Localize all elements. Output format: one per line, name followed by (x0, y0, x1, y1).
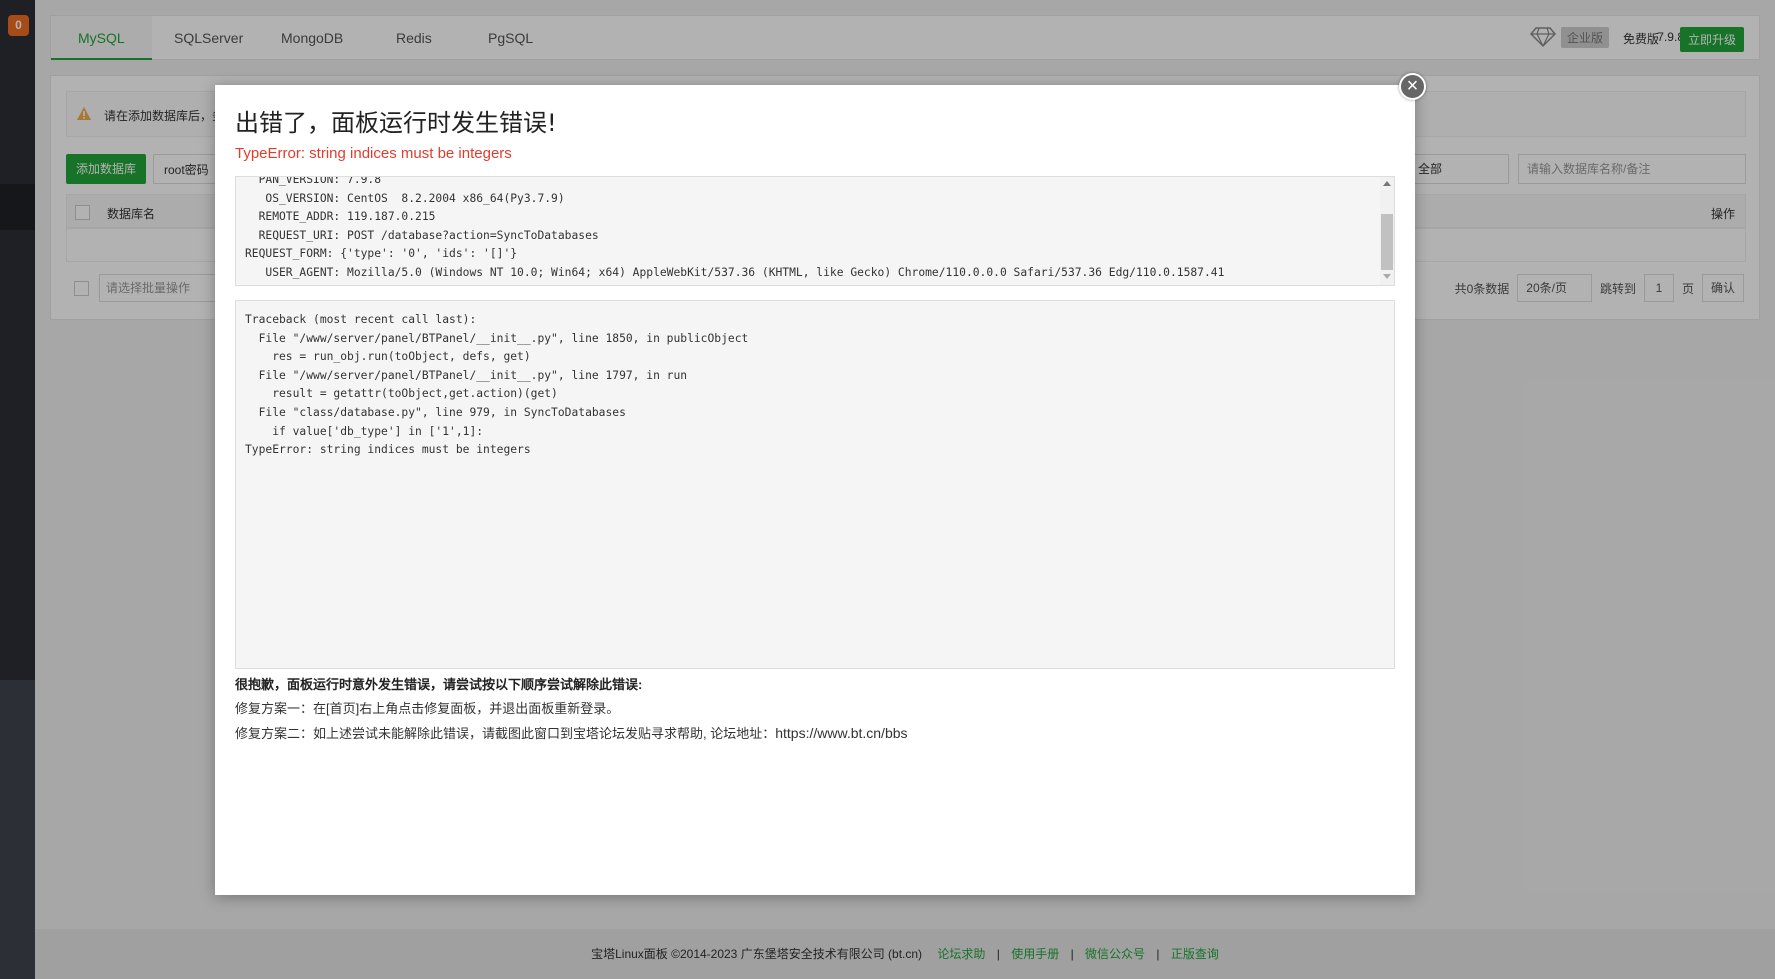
dialog-title: 出错了，面板运行时发生错误! (235, 109, 557, 137)
error-dialog: 出错了，面板运行时发生错误! TypeError: string indices… (215, 85, 1415, 895)
error-message: TypeError: string indices must be intege… (235, 145, 512, 162)
scroll-down-icon[interactable] (1383, 274, 1391, 279)
help-heading: 很抱歉，面板运行时意外发生错误，请尝试按以下顺序尝试解除此错误: (235, 677, 643, 692)
help-section: 很抱歉，面板运行时意外发生错误，请尝试按以下顺序尝试解除此错误: 修复方案一：在… (235, 673, 908, 746)
close-icon[interactable]: × (1399, 73, 1426, 100)
request-info-text: PAN_VERSION: 7.9.8 OS_VERSION: CentOS 8.… (245, 176, 1225, 279)
forum-url[interactable]: https://www.bt.cn/bbs (775, 725, 907, 741)
scroll-thumb[interactable] (1381, 214, 1393, 270)
request-info-scrollbar[interactable] (1380, 177, 1394, 285)
fix-option-1: 修复方案一：在[首页]右上角点击修复面板，并退出面板重新登录。 (235, 701, 620, 716)
request-info-box[interactable]: PAN_VERSION: 7.9.8 OS_VERSION: CentOS 8.… (235, 176, 1395, 286)
traceback-box[interactable]: Traceback (most recent call last): File … (235, 300, 1395, 669)
traceback-text: Traceback (most recent call last): File … (245, 313, 749, 457)
scroll-up-icon[interactable] (1383, 181, 1391, 186)
fix-option-2: 修复方案二：如上述尝试未能解除此错误，请截图此窗口到宝塔论坛发贴寻求帮助, 论坛… (235, 725, 908, 741)
